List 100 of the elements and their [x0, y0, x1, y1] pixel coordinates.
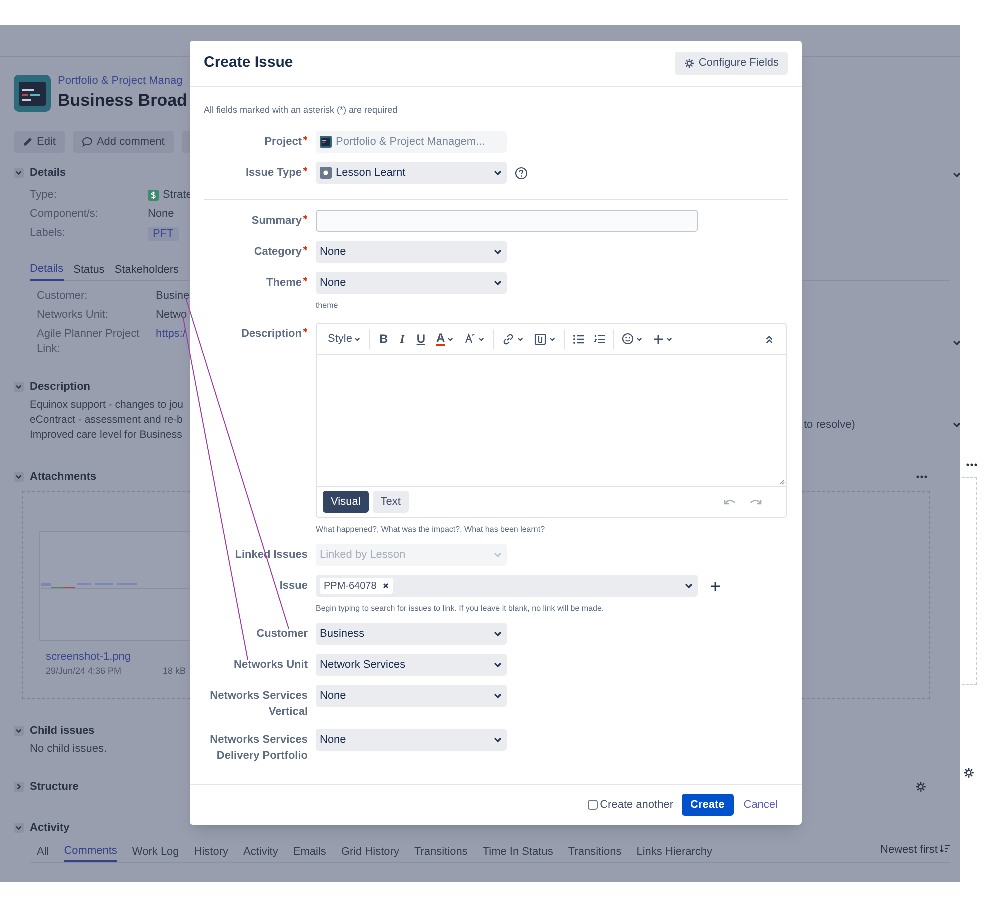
field-label: Networks Services Delivery Portfolio — [209, 733, 308, 764]
field-label: Customer: — [37, 289, 89, 304]
details-tab[interactable]: Status — [74, 260, 105, 281]
section-heading: Description — [30, 380, 91, 395]
activity-tab[interactable]: Grid History — [341, 842, 400, 862]
dollar-icon — [148, 190, 159, 201]
activity-tab[interactable]: Transitions — [414, 842, 468, 862]
sort-button[interactable]: Newest first — [880, 842, 950, 862]
field-hint: theme — [316, 300, 338, 311]
chevron-down-icon — [493, 735, 503, 745]
link-icon — [502, 332, 516, 346]
dropdown-select[interactable]: None — [316, 241, 507, 263]
edit-button[interactable]: Edit — [14, 131, 65, 153]
field-label: Networks Services Vertical — [209, 689, 308, 720]
collapse-toggle[interactable] — [14, 726, 24, 736]
details-tab[interactable]: Stakeholders — [114, 260, 180, 281]
description-line: Improved care level for Business — [30, 428, 182, 443]
italic-button[interactable]: I — [394, 330, 411, 348]
section-heading: Details — [30, 166, 66, 181]
field-label: Issue — [280, 579, 308, 594]
project-field: Portfolio & Project Managem... — [316, 131, 507, 153]
configure-fields-button[interactable]: Configure Fields — [674, 52, 788, 75]
speech-bubble-icon — [82, 137, 93, 147]
issue-type-select[interactable]: Lesson Learnt — [316, 162, 507, 184]
text-format-icon — [464, 333, 476, 345]
details-tab[interactable]: Details — [30, 260, 64, 281]
chevron-down-icon — [15, 824, 23, 832]
activity-tab[interactable]: Comments — [64, 842, 118, 862]
empty-message: No child issues. — [29, 742, 108, 757]
activity-tab[interactable]: Links Hierarchy — [636, 842, 713, 862]
issue-title: Business Broad — [58, 90, 188, 112]
chevron-down-icon — [15, 473, 23, 481]
field-link[interactable]: https:/ — [156, 327, 186, 342]
dropdown-select[interactable]: Network Services — [316, 654, 507, 676]
editor-mode-tab[interactable]: Visual — [323, 491, 369, 513]
chevron-down-icon — [478, 336, 486, 342]
color-button[interactable]: A — [431, 328, 460, 350]
description-line: Equinox support - changes to jou — [30, 398, 184, 413]
style-button[interactable]: Style — [323, 328, 366, 350]
summary-field[interactable] — [316, 210, 698, 232]
checkbox-label: Create another — [600, 798, 674, 813]
bold-button[interactable]: B — [373, 330, 394, 348]
chevron-down-icon — [493, 278, 503, 288]
field-value: None — [148, 207, 174, 222]
collapse-toggle[interactable] — [14, 168, 24, 178]
field-value: Netwo — [156, 308, 188, 323]
project-link[interactable]: Portfolio & Project Manag — [58, 73, 183, 89]
field-label: Customer — [256, 627, 308, 642]
dialog-title: Create Issue — [204, 53, 294, 74]
redo-icon — [750, 498, 762, 506]
undo-icon — [724, 498, 736, 506]
project-logo-icon — [320, 136, 332, 148]
sort-icon — [940, 844, 950, 854]
activity-tab[interactable]: Work Log — [132, 842, 180, 862]
collapse-toggle[interactable] — [14, 823, 24, 833]
chevron-down-icon — [517, 336, 524, 342]
chevron-down-icon — [493, 660, 503, 670]
issue-picker-field[interactable]: PPM-64078 — [316, 575, 698, 597]
chevron-down-icon — [493, 247, 503, 257]
chevron-down-icon — [952, 170, 962, 180]
collapse-toggle[interactable] — [14, 472, 24, 482]
field-label: Agile Planner Project Link: — [37, 327, 141, 357]
activity-tab[interactable]: All — [37, 842, 50, 862]
create-another-checkbox[interactable] — [588, 800, 598, 810]
field-label: Project — [264, 135, 302, 150]
underline-button[interactable]: U — [410, 330, 432, 348]
chevron-down-icon — [493, 550, 503, 560]
dropdown-select[interactable]: None — [316, 685, 507, 707]
activity-tab[interactable]: Activity — [244, 842, 278, 862]
field-label: Summary — [252, 214, 302, 229]
collapse-toggle[interactable] — [14, 382, 24, 392]
chevron-down-icon — [15, 383, 23, 391]
label-tag[interactable]: PFT — [148, 226, 179, 240]
dropdown-select[interactable]: Business — [316, 623, 507, 645]
chevron-down-icon — [952, 420, 962, 430]
expand-toggle[interactable] — [14, 782, 24, 792]
dropdown-select[interactable]: None — [316, 729, 507, 751]
field-label: Type: — [30, 188, 58, 204]
activity-tab[interactable]: History — [194, 842, 229, 862]
resize-handle-icon — [779, 479, 785, 485]
create-button[interactable]: Create — [682, 794, 734, 816]
activity-tab[interactable]: Transitions — [568, 842, 622, 862]
cancel-link[interactable]: Cancel — [744, 796, 778, 814]
attachment-date: 29/Jun/24 4:36 PM — [46, 665, 123, 678]
section-heading: Structure — [30, 780, 79, 795]
plus-icon — [653, 334, 664, 344]
numbered-list-icon — [594, 334, 606, 344]
issue-tag: PPM-64078 — [320, 578, 393, 594]
activity-tab[interactable]: Emails — [293, 842, 326, 862]
field-label: Networks Unit: — [37, 308, 110, 323]
field-label: Description — [241, 327, 302, 342]
activity-tab[interactable]: Time In Status — [482, 842, 554, 862]
add-comment-button[interactable]: Add comment — [72, 131, 174, 153]
paperclip-icon — [534, 332, 548, 346]
editor-mode-tab[interactable]: Text — [372, 491, 409, 513]
smiley-icon — [622, 333, 634, 345]
attachment-link[interactable]: screenshot-1.png — [46, 650, 131, 664]
dropdown-select[interactable]: None — [316, 272, 507, 294]
settings-icon — [684, 58, 695, 69]
section-heading: Activity — [30, 820, 70, 836]
